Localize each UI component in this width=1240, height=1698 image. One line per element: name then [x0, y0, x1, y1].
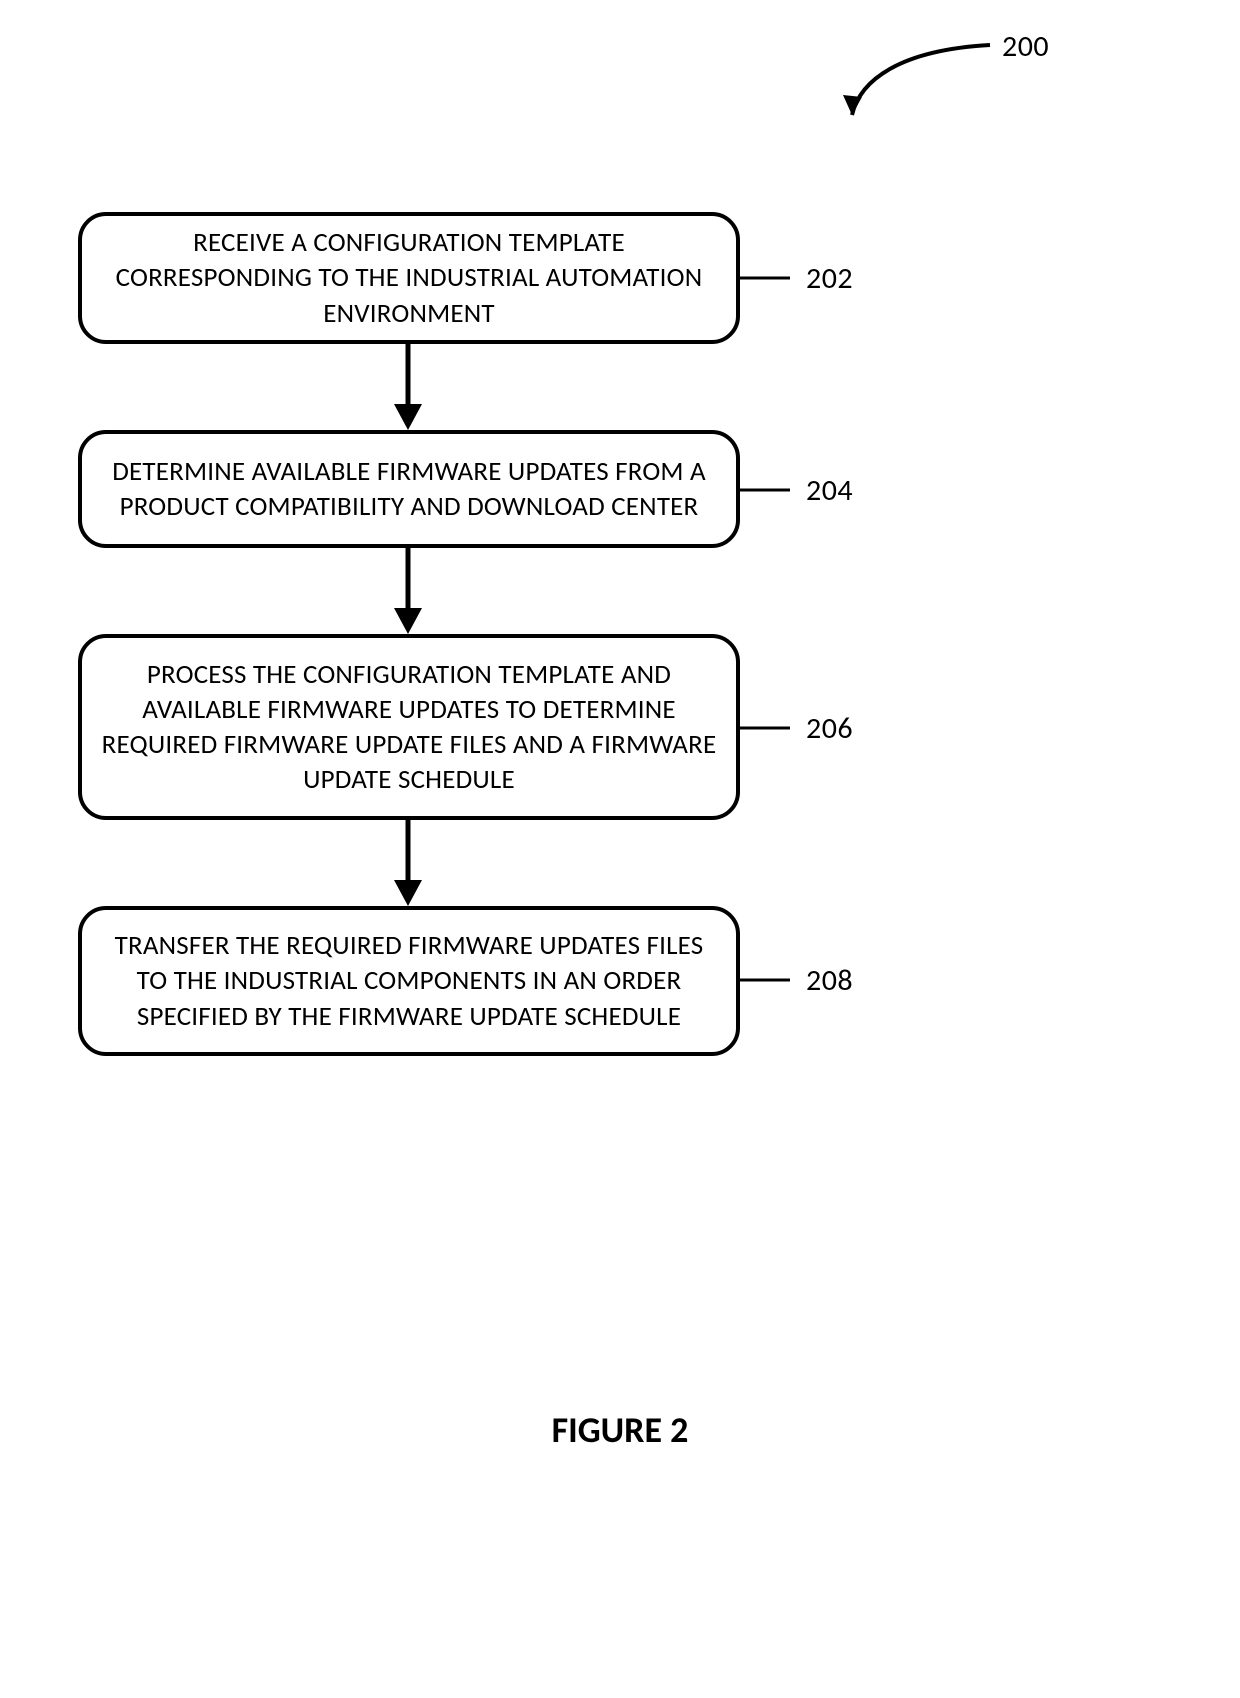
flow-step-3: PROCESS THE CONFIGURATION TEMPLATE AND A… — [78, 634, 740, 820]
figure-ref-number: 200 — [1002, 28, 1049, 65]
flow-step-1-text: RECEIVE A CONFIGURATION TEMPLATE CORRESP… — [100, 225, 718, 330]
flow-step-4: TRANSFER THE REQUIRED FIRMWARE UPDATES F… — [78, 906, 740, 1056]
flow-step-1-ref: 202 — [806, 260, 853, 297]
figure-caption: FIGURE 2 — [0, 1408, 1240, 1452]
flow-step-2-ref: 204 — [806, 472, 853, 509]
flow-step-4-ref: 208 — [806, 962, 853, 999]
flow-step-1: RECEIVE A CONFIGURATION TEMPLATE CORRESP… — [78, 212, 740, 344]
flow-step-3-text: PROCESS THE CONFIGURATION TEMPLATE AND A… — [100, 657, 718, 797]
flow-step-2-text: DETERMINE AVAILABLE FIRMWARE UPDATES FRO… — [100, 454, 718, 524]
flowchart-canvas: 200 RECEIVE A CONFIGURATION TEMPLATE COR… — [0, 0, 1240, 1698]
flow-step-4-text: TRANSFER THE REQUIRED FIRMWARE UPDATES F… — [100, 928, 718, 1033]
flow-step-3-ref: 206 — [806, 710, 853, 747]
flow-step-2: DETERMINE AVAILABLE FIRMWARE UPDATES FRO… — [78, 430, 740, 548]
